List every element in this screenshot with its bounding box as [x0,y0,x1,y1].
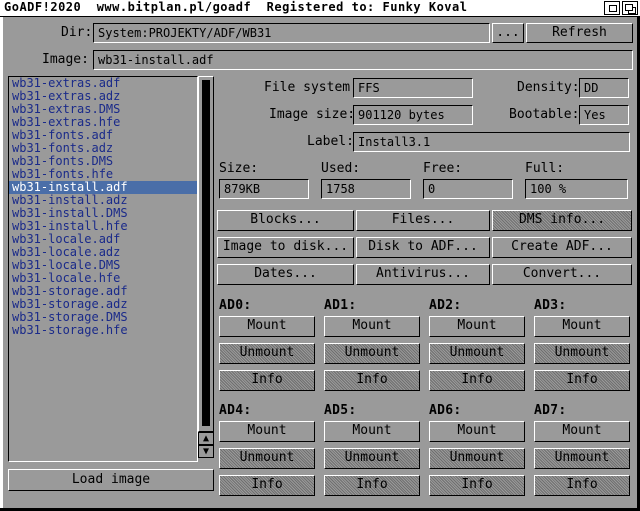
depth-gadget-icon[interactable] [622,1,638,15]
drive-label-ad5: AD5: [324,403,357,418]
unmount-button-ad4[interactable]: Unmount [219,448,315,469]
density-field: DD [579,78,629,98]
blocks-button[interactable]: Blocks... [217,210,354,231]
image-field[interactable]: wb31-install.adf [93,50,633,70]
label-label: Label: [307,134,354,149]
unmount-button-ad0[interactable]: Unmount [219,343,315,364]
antivirus-button[interactable]: Antivirus... [356,264,490,285]
window-title: GoADF!2020 www.bitplan.pl/goadf Register… [4,0,468,14]
free-label: Free: [423,161,463,176]
info-button-ad2[interactable]: Info [429,370,525,391]
scroll-down-icon[interactable]: ▼ [198,445,214,458]
drive-label-ad2: AD2: [429,298,462,313]
drive-label-ad6: AD6: [429,403,462,418]
size-field: 879KB [219,179,309,199]
size-label: Size: [219,161,259,176]
volume-label-field: Install3.1 [353,132,630,152]
image-size-field: 901120 bytes [353,105,473,125]
drive-label-ad1: AD1: [324,298,357,313]
unmount-button-ad3[interactable]: Unmount [534,343,630,364]
window-gadgets [604,1,638,15]
unmount-button-ad2[interactable]: Unmount [429,343,525,364]
convert-button[interactable]: Convert... [492,264,632,285]
create-adf-button[interactable]: Create ADF... [492,237,632,258]
density-label: Density: [517,80,580,95]
mount-button-ad2[interactable]: Mount [429,316,525,337]
refresh-button[interactable]: Refresh [526,23,633,43]
disk-to-adf-button[interactable]: Disk to ADF... [356,237,490,258]
full-field: 100 % [525,179,628,199]
dms-info-button[interactable]: DMS info... [492,210,632,231]
scrollbar-knob[interactable] [202,80,210,426]
file-list[interactable]: wb31-extras.adf wb31-extras.adz wb31-extra… [8,76,198,462]
file-list-item[interactable]: wb31-storage.hfe [9,324,197,337]
window-border-left [0,17,3,511]
info-button-ad0[interactable]: Info [219,370,315,391]
full-label: Full: [525,161,565,176]
bootable-label: Bootable: [509,107,580,122]
info-button-ad4[interactable]: Info [219,475,315,496]
unmount-button-ad6[interactable]: Unmount [429,448,525,469]
zoom-gadget-icon[interactable] [604,1,620,15]
free-field: 0 [423,179,513,199]
bootable-field: Yes [579,105,629,125]
file-list-scrollbar[interactable] [198,76,214,432]
info-button-ad3[interactable]: Info [534,370,630,391]
unmount-button-ad5[interactable]: Unmount [324,448,420,469]
image-size-label: Image size: [269,107,356,122]
unmount-button-ad1[interactable]: Unmount [324,343,420,364]
unmount-button-ad7[interactable]: Unmount [534,448,630,469]
mount-button-ad0[interactable]: Mount [219,316,315,337]
scroll-up-icon[interactable]: ▲ [198,432,214,445]
load-image-button[interactable]: Load image [8,469,214,491]
info-button-ad7[interactable]: Info [534,475,630,496]
files-button[interactable]: Files... [356,210,490,231]
info-button-ad6[interactable]: Info [429,475,525,496]
info-button-ad1[interactable]: Info [324,370,420,391]
file-system-field: FFS [353,78,473,98]
used-field: 1758 [321,179,411,199]
drive-label-ad3: AD3: [534,298,567,313]
mount-button-ad6[interactable]: Mount [429,421,525,442]
browse-dir-button[interactable]: ... [492,23,524,43]
mount-button-ad5[interactable]: Mount [324,421,420,442]
drive-label-ad4: AD4: [219,403,252,418]
info-button-ad5[interactable]: Info [324,475,420,496]
dates-button[interactable]: Dates... [217,264,354,285]
mount-button-ad4[interactable]: Mount [219,421,315,442]
mount-button-ad1[interactable]: Mount [324,316,420,337]
image-label: Image: [42,52,89,67]
file-system-label: File system: [264,80,358,95]
drive-label-ad7: AD7: [534,403,567,418]
drive-label-ad0: AD0: [219,298,252,313]
dir-label: Dir: [61,25,93,40]
title-bar[interactable]: GoADF!2020 www.bitplan.pl/goadf Register… [0,0,640,17]
dir-field[interactable]: System:PROJEKTY/ADF/WB31 [93,23,490,43]
used-label: Used: [321,161,361,176]
mount-button-ad7[interactable]: Mount [534,421,630,442]
image-to-disk-button[interactable]: Image to disk... [217,237,354,258]
mount-button-ad3[interactable]: Mount [534,316,630,337]
